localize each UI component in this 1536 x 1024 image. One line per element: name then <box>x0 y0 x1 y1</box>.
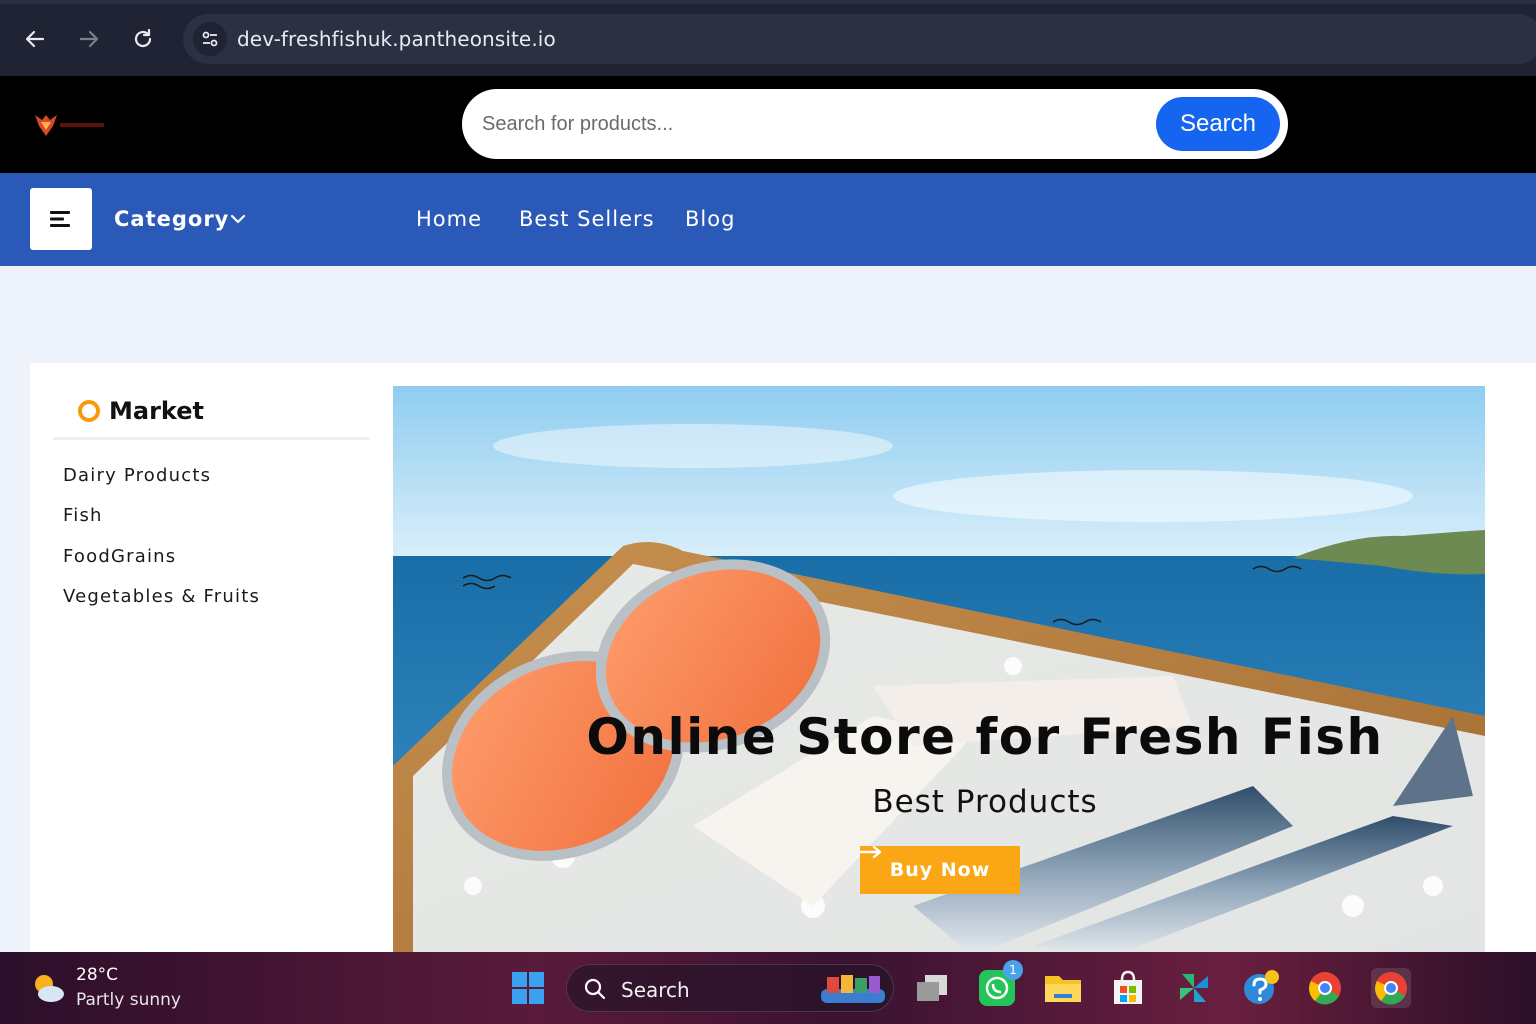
chevron-down-icon[interactable] <box>230 211 246 229</box>
hero-banner: Online Store for Fresh Fish Best Product… <box>393 386 1485 956</box>
help-app[interactable] <box>1240 968 1280 1008</box>
weather-condition[interactable]: Partly sunny <box>76 990 181 1010</box>
partly-sunny-icon[interactable] <box>30 970 66 1006</box>
microsoft-store-app[interactable] <box>1108 968 1148 1008</box>
notification-badge: 1 <box>1003 960 1023 980</box>
search-button[interactable]: Search <box>1156 97 1280 151</box>
product-search-bar: Search <box>462 89 1288 159</box>
taskbar-search-label: Search <box>621 978 690 1002</box>
chrome-app-2-active[interactable] <box>1371 968 1411 1008</box>
store-icon <box>1114 970 1142 1004</box>
site-header: Search <box>0 76 1536 173</box>
file-explorer-app[interactable] <box>1043 968 1083 1008</box>
search-icon <box>584 978 606 1000</box>
buy-now-label: Buy Now <box>889 859 991 881</box>
reload-button[interactable] <box>126 22 160 56</box>
forward-button[interactable] <box>72 22 106 56</box>
browser-toolbar: dev-freshfishuk.pantheonsite.io <box>0 0 1536 76</box>
help-icon <box>1244 970 1279 1004</box>
menu-toggle-button[interactable] <box>30 188 92 250</box>
site-info-icon[interactable] <box>193 22 227 56</box>
sidebar-item-fish[interactable]: Fish <box>63 505 103 526</box>
category-dropdown[interactable]: Category <box>114 207 229 231</box>
nav-link-home[interactable]: Home <box>416 207 482 231</box>
hero-title: Online Store for Fresh Fish <box>586 708 1384 766</box>
sidebar-item-vegetables-fruits[interactable]: Vegetables & Fruits <box>63 586 260 607</box>
windows-logo-icon <box>512 972 544 1004</box>
menu-icon <box>50 211 70 227</box>
main-navigation: Category Home Best Sellers Blog <box>0 173 1536 266</box>
start-button[interactable] <box>508 968 548 1008</box>
buy-now-button[interactable]: Buy Now <box>860 846 1020 894</box>
chrome-icon <box>1309 972 1341 1005</box>
search-input[interactable] <box>482 105 1162 143</box>
sidebar-item-foodgrains[interactable]: FoodGrains <box>63 546 176 567</box>
nav-link-blog[interactable]: Blog <box>685 207 735 231</box>
copilot-app[interactable] <box>1174 968 1214 1008</box>
pinwheel-icon <box>1180 974 1208 1002</box>
folder-icon <box>1045 976 1081 1002</box>
back-button[interactable] <box>18 22 52 56</box>
chrome-icon <box>1375 972 1407 1005</box>
tab-strip <box>0 0 1536 4</box>
hero-subtitle: Best Products <box>872 784 1098 820</box>
nav-link-best-sellers[interactable]: Best Sellers <box>519 207 655 231</box>
market-title-text: Market <box>109 397 204 425</box>
forward-arrow-icon <box>79 30 99 48</box>
reload-icon <box>134 28 152 48</box>
address-bar[interactable]: dev-freshfishuk.pantheonsite.io <box>183 14 1536 64</box>
logo-icon <box>35 115 104 136</box>
circle-icon <box>78 400 100 422</box>
arrow-right-icon <box>860 846 882 858</box>
market-heading: Market <box>78 397 204 425</box>
windows-taskbar: 28°C Partly sunny Search 1 <box>0 952 1536 1024</box>
weather-temperature[interactable]: 28°C <box>76 965 118 985</box>
task-view-button[interactable] <box>912 968 952 1008</box>
taskbar-search[interactable]: Search <box>566 964 894 1012</box>
whatsapp-app[interactable]: 1 <box>977 960 1023 1008</box>
divider <box>53 437 370 440</box>
site-logo[interactable] <box>32 112 106 138</box>
chrome-app-1[interactable] <box>1305 968 1345 1008</box>
task-view-icon <box>917 975 947 1001</box>
back-arrow-icon <box>25 30 45 48</box>
url-text[interactable]: dev-freshfishuk.pantheonsite.io <box>237 27 556 51</box>
sidebar-item-dairy-products[interactable]: Dairy Products <box>63 465 211 486</box>
search-highlight-icon <box>821 975 885 1003</box>
